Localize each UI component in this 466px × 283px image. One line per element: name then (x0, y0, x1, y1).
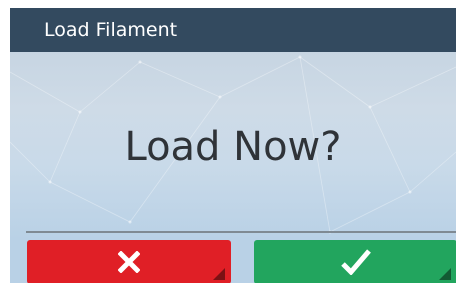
prompt-text: Load Now? (124, 124, 342, 170)
divider (26, 231, 456, 233)
cancel-button[interactable] (27, 240, 231, 283)
close-icon (118, 251, 140, 273)
title-bar: Load Filament (10, 8, 456, 52)
corner-indicator-icon (439, 268, 451, 280)
screen-title: Load Filament (44, 19, 178, 41)
confirm-button[interactable] (254, 240, 456, 283)
checkmark-icon (340, 249, 371, 275)
corner-indicator-icon (213, 268, 225, 280)
dialog-body: Load Now? (10, 52, 456, 239)
load-filament-screen: Load Filament Load Now? (10, 8, 456, 283)
